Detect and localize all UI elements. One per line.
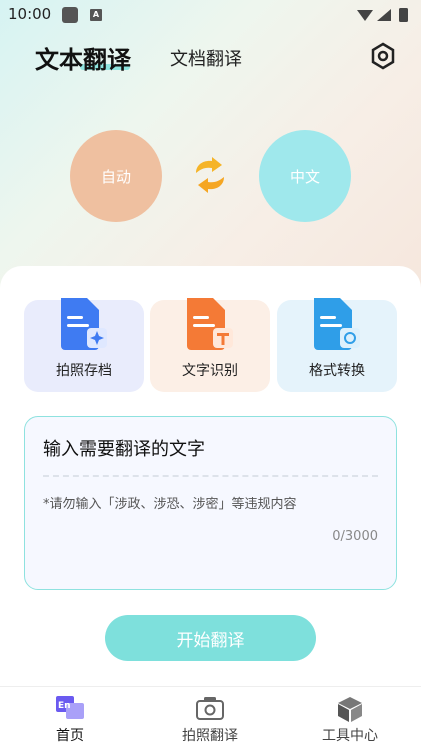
input-warning: *请勿输入「涉政、涉恐、涉密」等违规内容	[43, 497, 297, 512]
status-time: 10:00	[8, 5, 52, 23]
tool-text-recognition[interactable]: 文字识别	[150, 298, 270, 392]
tool-photo-archive[interactable]: 拍照存档	[24, 298, 144, 392]
cube-icon	[338, 697, 362, 722]
svg-text:En: En	[58, 701, 71, 711]
swap-languages-icon[interactable]	[190, 157, 230, 193]
tab-doc-translation[interactable]: 文档翻译	[170, 45, 242, 71]
input-placeholder: 输入需要翻译的文字	[43, 439, 205, 460]
dashed-divider	[43, 475, 378, 477]
photo-archive-icon	[61, 298, 107, 350]
translate-icon: En	[56, 696, 84, 719]
target-language-button[interactable]: 中文	[259, 130, 351, 222]
tab-text-translation[interactable]: 文本翻译	[35, 40, 131, 75]
source-language-button[interactable]: 自动	[70, 130, 162, 222]
tool-label: 拍照存档	[56, 363, 112, 379]
target-language-label: 中文	[289, 167, 320, 186]
start-translate-button[interactable]: 开始翻译	[105, 615, 316, 661]
format-convert-icon	[314, 298, 360, 350]
nav-label: 拍照翻译	[182, 728, 238, 744]
translation-input[interactable]: 输入需要翻译的文字 *请勿输入「涉政、涉恐、涉密」等违规内容 0/3000	[24, 416, 397, 590]
app-notification-icon	[62, 7, 78, 23]
nav-tool-center[interactable]: 工具中心	[290, 687, 410, 750]
nav-photo-translate[interactable]: 拍照翻译	[150, 687, 270, 750]
status-bar: 10:00 A	[0, 0, 421, 30]
char-counter: 0/3000	[332, 529, 378, 544]
a-notification-icon: A	[90, 9, 102, 21]
tool-label: 文字识别	[182, 363, 238, 379]
tool-format-convert[interactable]: 格式转换	[277, 298, 397, 392]
text-recognition-icon	[187, 298, 233, 350]
settings-icon[interactable]	[370, 42, 396, 70]
camera-icon	[196, 697, 224, 720]
nav-home[interactable]: En 首页	[10, 687, 130, 750]
signal-icon	[377, 9, 391, 21]
battery-icon	[399, 8, 408, 22]
wifi-icon	[357, 10, 373, 21]
source-language-label: 自动	[100, 167, 131, 186]
status-icons	[357, 8, 408, 22]
nav-label: 工具中心	[322, 728, 378, 744]
bottom-nav: En 首页 拍照翻译 工具中心	[0, 686, 421, 750]
nav-label: 首页	[56, 728, 84, 744]
tool-label: 格式转换	[309, 363, 365, 379]
